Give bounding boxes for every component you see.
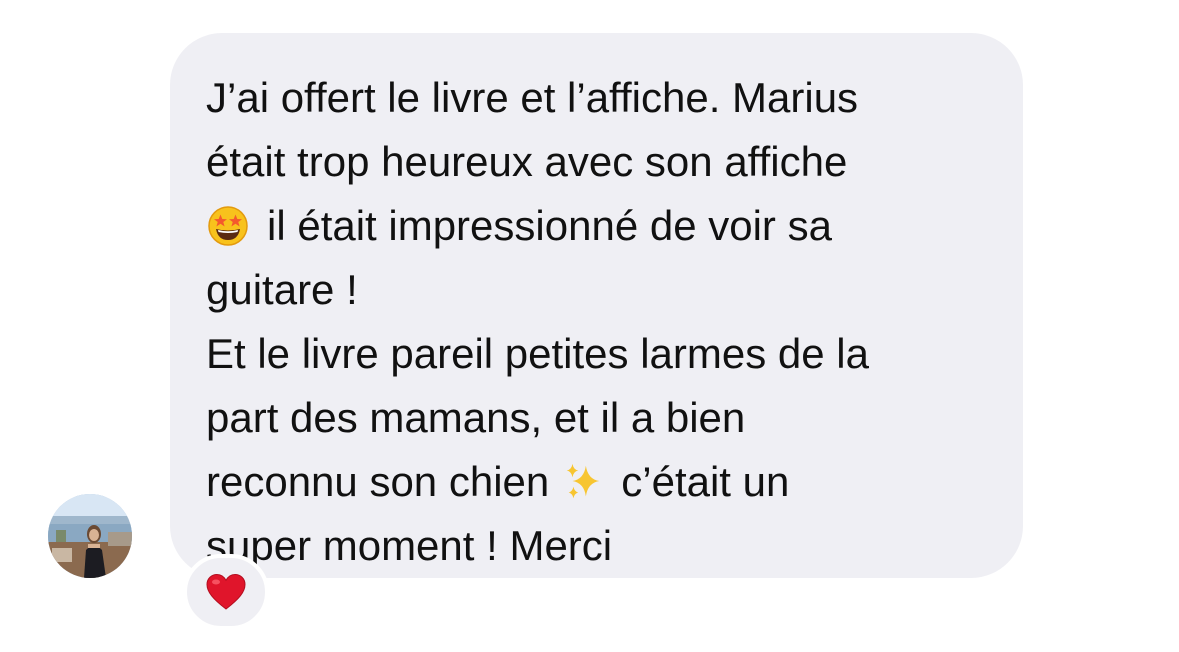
message-text: c’était un	[621, 458, 790, 505]
message-line: était trop heureux avec son affiche	[206, 131, 993, 192]
heart-reaction[interactable]	[183, 554, 269, 630]
avatar-photo	[48, 494, 132, 578]
message-text: Et le livre pareil petites larmes de la	[206, 330, 869, 377]
sender-avatar[interactable]	[48, 494, 132, 578]
sparkles-emoji-icon	[561, 460, 605, 504]
red-heart-icon	[206, 573, 246, 610]
message-line: part des mamans, et il a bien	[206, 387, 993, 448]
star-struck-emoji-icon	[206, 204, 250, 248]
message-text: il était impressionné de voir sa	[267, 202, 832, 249]
message-text: super moment ! Merci	[206, 522, 613, 569]
message-line: guitare !	[206, 259, 993, 320]
message-text: part des mamans, et il a bien	[206, 394, 746, 441]
message-line: J’ai offert le livre et l’affiche. Mariu…	[206, 67, 993, 128]
message-text: reconnu son chien	[206, 458, 550, 505]
message-text: guitare !	[206, 266, 358, 313]
message-line: reconnu son chien c’était un	[206, 451, 993, 512]
message-line: Et le livre pareil petites larmes de la	[206, 323, 993, 384]
message-line: il était impressionné de voir sa	[206, 195, 993, 256]
message-text: était trop heureux avec son affiche	[206, 138, 848, 185]
message-line: super moment ! Merci	[206, 515, 993, 576]
message-text: J’ai offert le livre et l’affiche. Mariu…	[206, 74, 859, 121]
message-bubble[interactable]: J’ai offert le livre et l’affiche. Mariu…	[170, 33, 1023, 578]
